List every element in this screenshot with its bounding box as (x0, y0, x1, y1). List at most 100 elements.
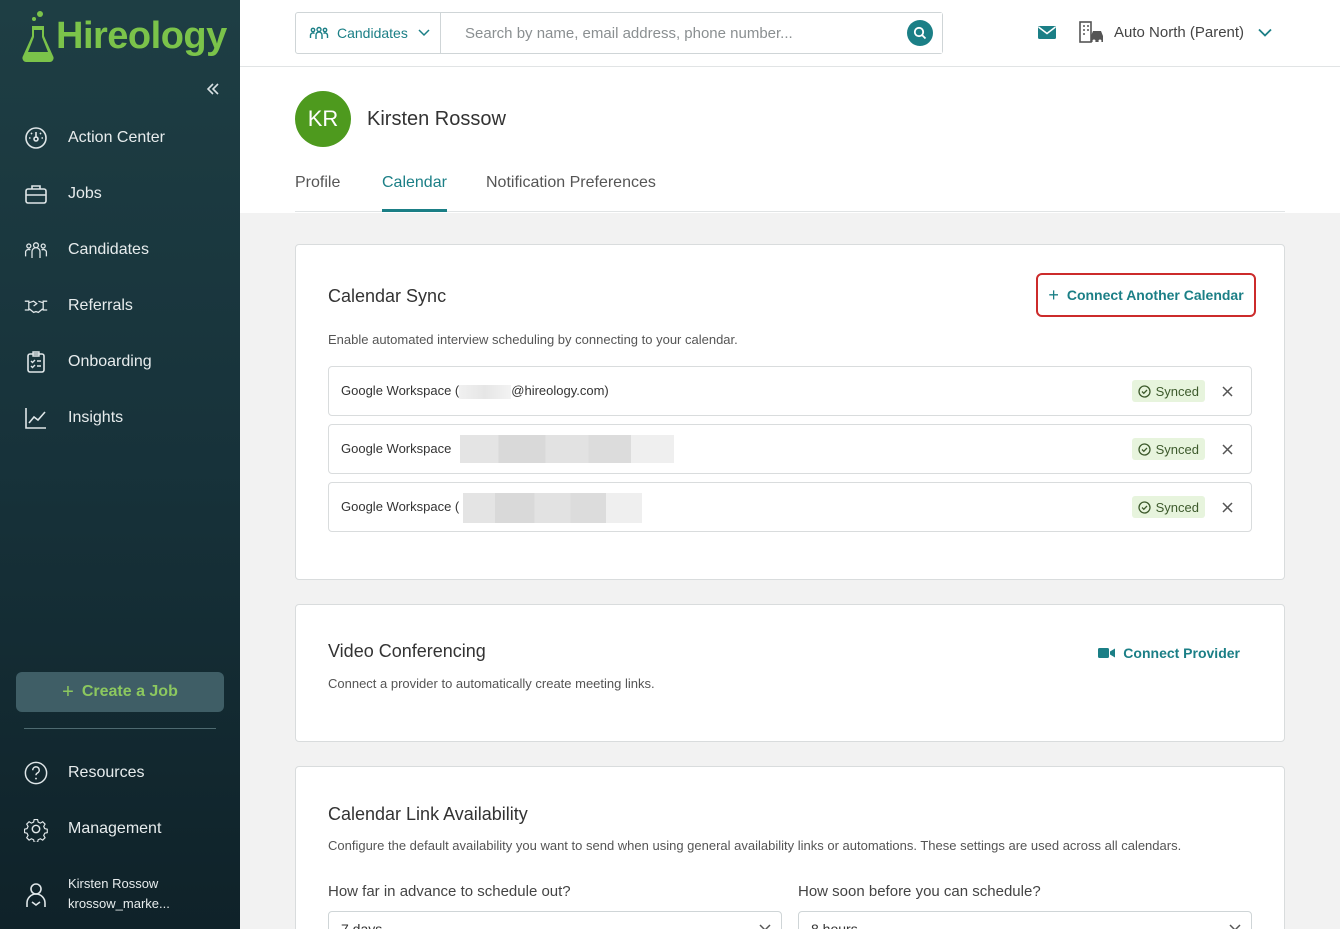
sidebar-item-jobs[interactable]: Jobs (0, 171, 240, 217)
user-username: krossow_marke... (68, 896, 170, 911)
video-conferencing-title: Video Conferencing (328, 641, 486, 661)
sidebar-item-label: Management (68, 820, 162, 837)
remove-calendar-button[interactable] (1222, 381, 1233, 401)
calendar-row: Google Workspace ( Synced (328, 482, 1252, 532)
connect-another-calendar-button[interactable]: + Connect Another Calendar (1036, 273, 1256, 317)
chevron-down-icon (1258, 28, 1272, 37)
search-scope-dropdown[interactable]: Candidates (296, 13, 441, 53)
global-search: Candidates (295, 12, 943, 54)
user-icon (24, 882, 48, 907)
sidebar-item-candidates[interactable]: Candidates (0, 227, 240, 273)
chevron-down-icon (759, 924, 771, 929)
question-icon (24, 761, 48, 785)
create-job-label: Create a Job (81, 683, 178, 700)
user-menu[interactable]: Kirsten Rossow krossow_marke... (24, 874, 170, 914)
envelope-icon (1038, 26, 1056, 39)
availability-description: Configure the default availability you w… (328, 838, 1182, 853)
connect-provider-button[interactable]: Connect Provider (1098, 645, 1240, 661)
soon-value: 8 hours (811, 921, 858, 929)
people-icon (309, 26, 329, 39)
remove-calendar-button[interactable] (1222, 439, 1233, 459)
hireology-logo[interactable]: Hireology (20, 8, 227, 64)
calendar-name: Google Workspace (341, 441, 452, 456)
sidebar-item-resources[interactable]: Resources (0, 750, 240, 796)
calendar-sync-card: Calendar Sync + Connect Another Calendar… (295, 244, 1285, 580)
building-car-icon (1079, 21, 1103, 43)
sidebar-item-label: Onboarding (68, 353, 152, 370)
calendar-sync-description: Enable automated interview scheduling by… (328, 332, 738, 347)
plus-icon: + (1048, 284, 1059, 305)
sidebar-item-label: Jobs (68, 185, 102, 202)
sidebar-item-insights[interactable]: Insights (0, 395, 240, 441)
top-bar: Candidates Auto North (Parent) (240, 0, 1340, 67)
video-conferencing-description: Connect a provider to automatically crea… (328, 676, 655, 691)
check-circle-icon (1137, 500, 1151, 514)
search-input[interactable] (441, 13, 942, 53)
video-camera-icon (1098, 648, 1116, 658)
close-icon (1222, 386, 1233, 397)
logo-text: Hireology (56, 15, 227, 57)
briefcase-icon (24, 182, 48, 206)
search-scope-label: Candidates (337, 25, 408, 41)
create-job-button[interactable]: + Create a Job (16, 672, 224, 712)
sidebar-item-label: Referrals (68, 297, 133, 314)
organization-name: Auto North (Parent) (1114, 23, 1245, 41)
tab-notification-preferences[interactable]: Notification Preferences (486, 174, 656, 212)
profile-header: KR Kirsten Rossow Profile Calendar Notif… (240, 67, 1340, 213)
tab-calendar[interactable]: Calendar (382, 174, 447, 212)
user-name: Kirsten Rossow (68, 876, 159, 891)
calendar-name: Google Workspace ( (341, 499, 460, 514)
sidebar: Hireology Action Center Jobs Candidates … (0, 0, 240, 929)
remove-calendar-button[interactable] (1222, 497, 1233, 517)
double-chevron-left-icon (206, 83, 219, 95)
status-badge: Synced (1131, 438, 1205, 460)
search-icon (913, 26, 927, 40)
soon-select[interactable]: 8 hours (798, 911, 1252, 929)
chevron-down-icon (1229, 924, 1241, 929)
close-icon (1222, 444, 1233, 455)
plus-icon: + (62, 680, 74, 703)
speedometer-icon (24, 126, 48, 150)
sidebar-item-label: Action Center (68, 129, 165, 146)
status-badge: Synced (1131, 380, 1205, 402)
profile-tabs: Profile Calendar Notification Preference… (295, 174, 1285, 212)
collapse-sidebar-button[interactable] (202, 80, 224, 102)
calendar-sync-title: Calendar Sync (328, 286, 447, 306)
sidebar-item-onboarding[interactable]: Onboarding (0, 339, 240, 385)
flask-logo-icon (22, 11, 54, 63)
sidebar-divider (24, 728, 216, 729)
chart-icon (24, 406, 48, 430)
sidebar-item-label: Resources (68, 764, 145, 781)
sidebar-item-referrals[interactable]: Referrals (0, 283, 240, 329)
handshake-icon (24, 294, 48, 318)
tab-profile[interactable]: Profile (295, 174, 340, 212)
calendar-row: Google Workspace (@hireology.com) Synced (328, 366, 1252, 416)
soon-label: How soon before you can schedule? (798, 883, 1041, 900)
sidebar-item-management[interactable]: Management (0, 806, 240, 852)
check-circle-icon (1137, 442, 1151, 456)
status-badge: Synced (1131, 496, 1205, 518)
clipboard-icon (24, 350, 48, 374)
redacted-email (460, 435, 674, 463)
advance-value: 7 days (341, 921, 383, 929)
connect-another-calendar-label: Connect Another Calendar (1066, 287, 1244, 303)
calendar-name: Google Workspace (@hireology.com) (341, 383, 609, 399)
people-icon (24, 238, 48, 262)
organization-switcher[interactable]: Auto North (Parent) (1078, 20, 1272, 44)
search-button[interactable] (907, 20, 933, 46)
calendar-row: Google Workspace Synced (328, 424, 1252, 474)
messages-button[interactable] (1037, 24, 1057, 45)
advance-label: How far in advance to schedule out? (328, 883, 571, 900)
sidebar-item-action-center[interactable]: Action Center (0, 115, 240, 161)
advance-select[interactable]: 7 days (328, 911, 782, 929)
redacted-email (463, 493, 642, 523)
sidebar-item-label: Insights (68, 409, 124, 426)
video-conferencing-card: Video Conferencing Connect a provider to… (295, 604, 1285, 742)
close-icon (1222, 502, 1233, 513)
gear-icon (24, 817, 48, 842)
availability-title: Calendar Link Availability (328, 804, 528, 824)
sidebar-item-label: Candidates (68, 241, 149, 258)
profile-name: Kirsten Rossow (367, 108, 506, 130)
check-circle-icon (1137, 384, 1151, 398)
calendar-link-availability-card: Calendar Link Availability Configure the… (295, 766, 1285, 929)
